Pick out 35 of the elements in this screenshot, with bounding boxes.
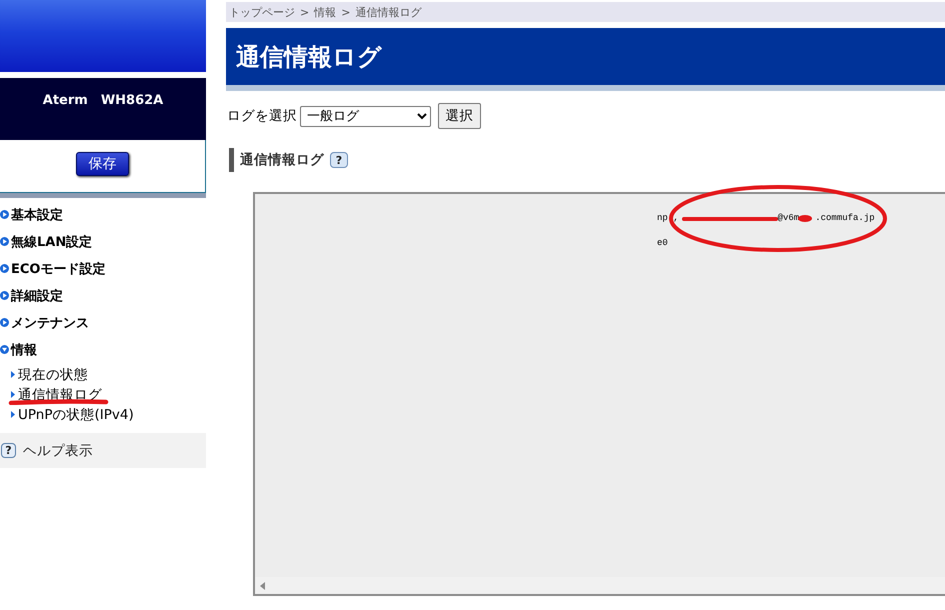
scroll-left-arrow-icon[interactable] <box>260 582 265 590</box>
sidebar-menu-item[interactable]: メンテナンス <box>0 309 89 336</box>
log-type-select[interactable]: 一般ログ <box>300 106 431 126</box>
select-button[interactable]: 選択 <box>438 103 481 129</box>
log-text: .commufa.jp <box>815 212 875 225</box>
log-text: e0 <box>657 237 668 250</box>
page-title: 通信情報ログ <box>236 42 382 72</box>
sidebar-menu-item[interactable]: 基本設定 <box>0 201 63 228</box>
save-button[interactable]: 保存 <box>76 152 129 176</box>
horizontal-scrollbar[interactable] <box>255 577 945 594</box>
breadcrumb-link[interactable]: トップページ <box>229 4 295 20</box>
redaction-mark <box>798 215 812 222</box>
sidebar-menu-item[interactable]: 詳細設定 <box>0 282 63 309</box>
sidebar-submenu-item[interactable]: 現在の状態 <box>11 364 88 384</box>
sidebar-menu-item[interactable]: 情報 <box>0 336 37 363</box>
sidebar-submenu-item[interactable]: UPnPの状態(IPv4) <box>11 404 134 424</box>
help-link[interactable]: ? ヘルプ表示 <box>1 442 93 460</box>
log-select-label: ログを選択 <box>227 107 297 125</box>
help-icon: ? <box>1 443 16 458</box>
breadcrumb-separator: > <box>300 6 310 18</box>
breadcrumb-current: 通信情報ログ <box>355 4 422 20</box>
log-text: @v6m <box>778 212 800 225</box>
breadcrumb-separator: > <box>341 6 350 18</box>
log-textarea[interactable]: np , @v6m .commufa.jp e0 <box>253 192 945 596</box>
product-name: Aterm WH862A <box>42 93 164 108</box>
breadcrumb-link[interactable]: 情報 <box>314 4 336 20</box>
section-marker <box>229 148 234 172</box>
help-icon[interactable]: ? <box>330 152 348 168</box>
triangle-bullet-icon <box>11 371 15 378</box>
sidebar-menu-item[interactable]: 無線LAN設定 <box>0 228 92 255</box>
log-text: np , <box>657 212 679 225</box>
triangle-bullet-icon <box>11 391 15 398</box>
sidebar-menu-item[interactable]: ECOモード設定 <box>0 255 106 282</box>
triangle-bullet-icon <box>11 411 15 418</box>
section-title: 通信情報ログ <box>240 151 324 169</box>
